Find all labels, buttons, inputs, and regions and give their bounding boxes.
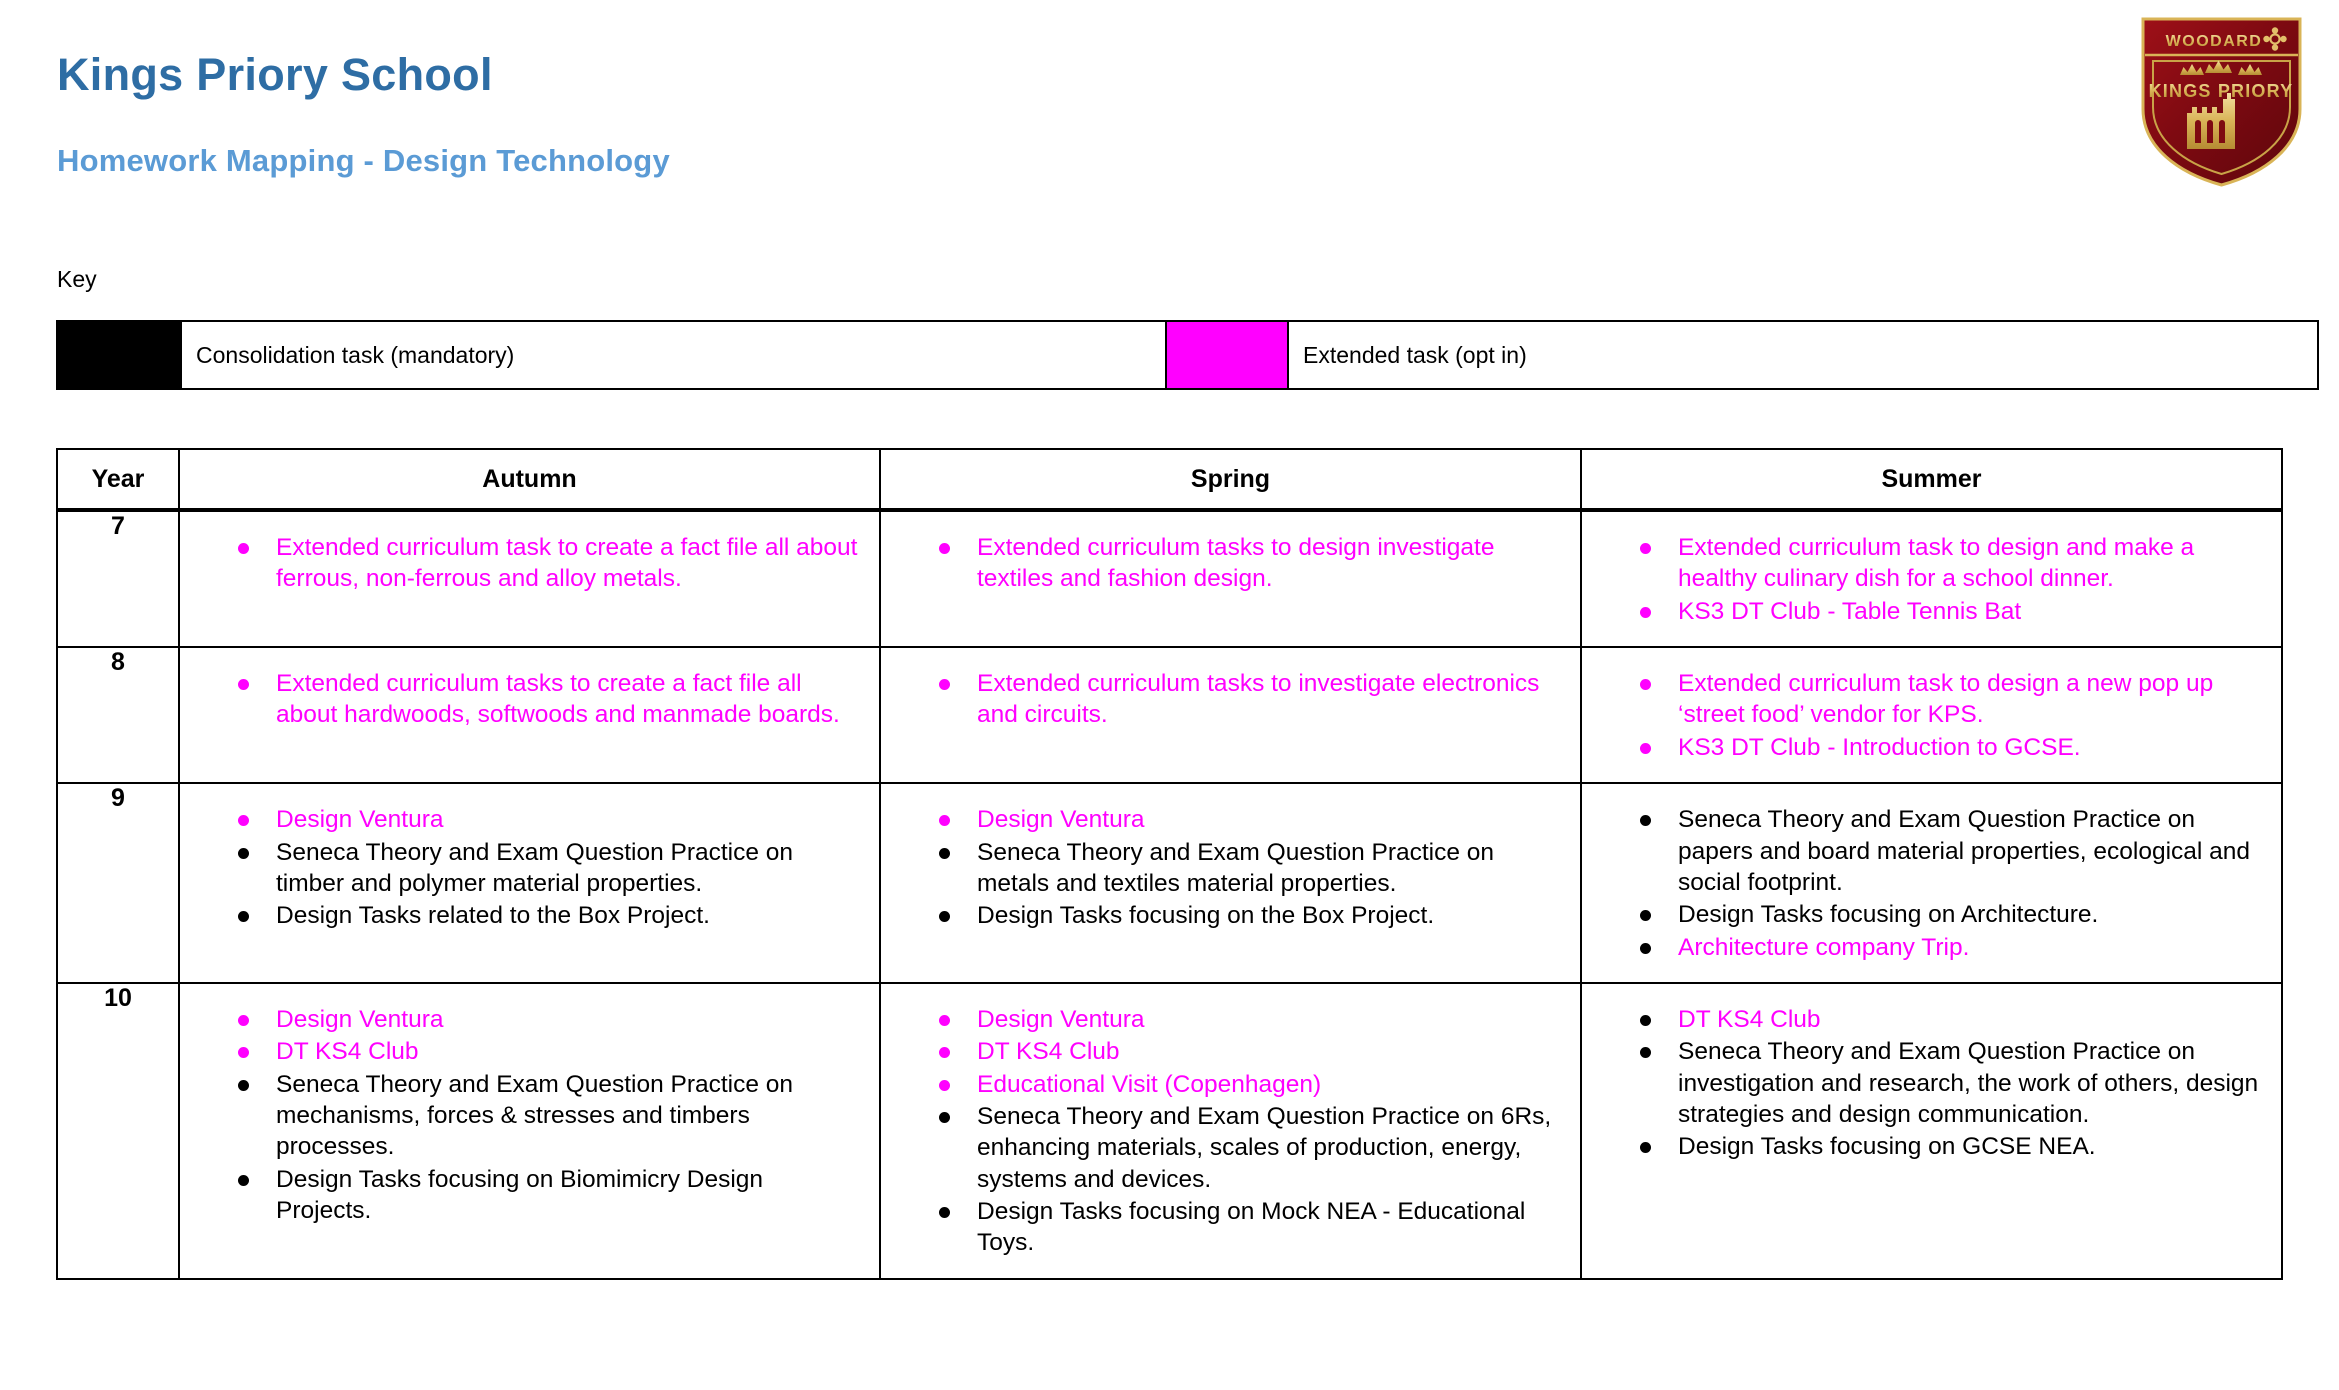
task-list: Extended curriculum tasks to investigate… [881, 648, 1580, 750]
school-name: Kings Priory School [57, 49, 493, 100]
task-item: Seneca Theory and Exam Question Practice… [1626, 1036, 2263, 1130]
table-body: 7 Extended curriculum task to create a fa… [56, 508, 2283, 1280]
key-swatch-extended [1165, 320, 1289, 390]
task-item: DT KS4 Club [224, 1036, 861, 1067]
column-header-summer: Summer [1580, 448, 2283, 512]
task-item: Extended curriculum tasks to investigate… [925, 668, 1562, 731]
task-list: Design Ventura Seneca Theory and Exam Que… [881, 784, 1580, 950]
task-item: KS3 DT Club - Table Tennis Bat [1626, 596, 2263, 627]
task-item: Design Ventura [224, 804, 861, 835]
task-list: Extended curriculum tasks to design inve… [881, 512, 1580, 614]
key-label-consolidation: Consolidation task (mandatory) [180, 320, 1167, 390]
task-item: Educational Visit (Copenhagen) [925, 1069, 1562, 1100]
term-cell-spring: Design Ventura DT KS4 Club Educational Vis… [879, 981, 1582, 1280]
task-list: Extended curriculum task to create a fac… [180, 512, 879, 614]
task-list: Extended curriculum task to design and m… [1582, 512, 2281, 646]
table-row: 9 Design Ventura Seneca Theory and Exam Qu… [56, 782, 2283, 984]
table-row: 10 Design Ventura DT KS4 Club Seneca Theory… [56, 981, 2283, 1280]
homework-mapping-table: Year Autumn Spring Summer 7 Extended curr… [56, 448, 2283, 1280]
term-cell-summer: DT KS4 Club Seneca Theory and Exam Questi… [1580, 981, 2283, 1280]
key-legend-table: Consolidation task (mandatory) Extended … [56, 320, 2319, 390]
task-list: Design Ventura Seneca Theory and Exam Que… [180, 784, 879, 950]
year-cell: 7 [56, 508, 180, 649]
term-cell-summer: Seneca Theory and Exam Question Practice… [1580, 782, 2283, 984]
task-item: Design Tasks related to the Box Project. [224, 900, 861, 931]
key-row: Consolidation task (mandatory) Extended … [56, 320, 2319, 390]
task-item: Design Tasks focusing on the Box Project… [925, 900, 1562, 931]
year-cell: 10 [56, 981, 180, 1280]
homework-mapping-document: Kings Priory School Homework Mapping - D… [0, 0, 2339, 1390]
table-row: 8 Extended curriculum tasks to create a f… [56, 646, 2283, 785]
task-item: Design Tasks focusing on Mock NEA - Educ… [925, 1196, 1562, 1259]
term-cell-autumn: Extended curriculum tasks to create a fa… [178, 646, 881, 785]
task-item: Design Tasks focusing on Architecture. [1626, 899, 2263, 930]
term-cell-spring: Extended curriculum tasks to investigate… [879, 646, 1582, 785]
task-item: Design Ventura [925, 804, 1562, 835]
key-swatch-consolidation [56, 320, 182, 390]
key-label: Key [57, 266, 97, 292]
term-cell-autumn: Design Ventura Seneca Theory and Exam Que… [178, 782, 881, 984]
task-item: Seneca Theory and Exam Question Practice… [224, 1069, 861, 1163]
task-item: Extended curriculum tasks to create a fa… [224, 668, 861, 731]
task-item: Extended curriculum task to create a fac… [224, 532, 861, 595]
task-item: Design Tasks focusing on GCSE NEA. [1626, 1131, 2263, 1162]
column-header-year: Year [56, 448, 180, 512]
column-header-autumn: Autumn [178, 448, 881, 512]
term-cell-autumn: Design Ventura DT KS4 Club Seneca Theory a… [178, 981, 881, 1280]
task-item: Extended curriculum task to design a new… [1626, 668, 2263, 731]
task-item: Seneca Theory and Exam Question Practice… [1626, 804, 2263, 898]
year-cell: 8 [56, 646, 180, 785]
table-header-row: Year Autumn Spring Summer [56, 448, 2283, 512]
svg-text:WOODARD: WOODARD [2166, 33, 2263, 50]
task-item: Design Ventura [224, 1004, 861, 1035]
task-item: DT KS4 Club [925, 1036, 1562, 1067]
column-header-spring: Spring [879, 448, 1582, 512]
task-item: Seneca Theory and Exam Question Practice… [925, 837, 1562, 900]
task-list: Design Ventura DT KS4 Club Educational Vis… [881, 984, 1580, 1278]
task-item: Architecture company Trip. [1626, 932, 2263, 963]
task-item: DT KS4 Club [1626, 1004, 2263, 1035]
term-cell-summer: Extended curriculum task to design and m… [1580, 508, 2283, 649]
page-title: Homework Mapping - Design Technology [57, 142, 670, 178]
school-crest-logo: WOODARD KINGS PRIORY [2129, 13, 2314, 191]
task-list: Seneca Theory and Exam Question Practice… [1582, 784, 2281, 982]
task-item: Design Tasks focusing on Biomimicry Desi… [224, 1164, 861, 1227]
task-item: Design Ventura [925, 1004, 1562, 1035]
term-cell-autumn: Extended curriculum task to create a fac… [178, 508, 881, 649]
document-header: Kings Priory School Homework Mapping - D… [57, 50, 1957, 178]
task-item: Extended curriculum task to design and m… [1626, 532, 2263, 595]
task-list: Extended curriculum task to design a new… [1582, 648, 2281, 782]
svg-text:KINGS PRIORY: KINGS PRIORY [2149, 81, 2294, 101]
task-list: Design Ventura DT KS4 Club Seneca Theory a… [180, 984, 879, 1246]
task-list: Extended curriculum tasks to create a fa… [180, 648, 879, 750]
key-label-extended: Extended task (opt in) [1287, 320, 2319, 390]
task-item: Seneca Theory and Exam Question Practice… [224, 837, 861, 900]
task-item: KS3 DT Club - Introduction to GCSE. [1626, 732, 2263, 763]
term-cell-spring: Extended curriculum tasks to design inve… [879, 508, 1582, 649]
term-cell-summer: Extended curriculum task to design a new… [1580, 646, 2283, 785]
term-cell-spring: Design Ventura Seneca Theory and Exam Que… [879, 782, 1582, 984]
table-row: 7 Extended curriculum task to create a fa… [56, 508, 2283, 649]
task-list: DT KS4 Club Seneca Theory and Exam Questi… [1582, 984, 2281, 1182]
task-item: Seneca Theory and Exam Question Practice… [925, 1101, 1562, 1195]
year-cell: 9 [56, 782, 180, 984]
task-item: Extended curriculum tasks to design inve… [925, 532, 1562, 595]
